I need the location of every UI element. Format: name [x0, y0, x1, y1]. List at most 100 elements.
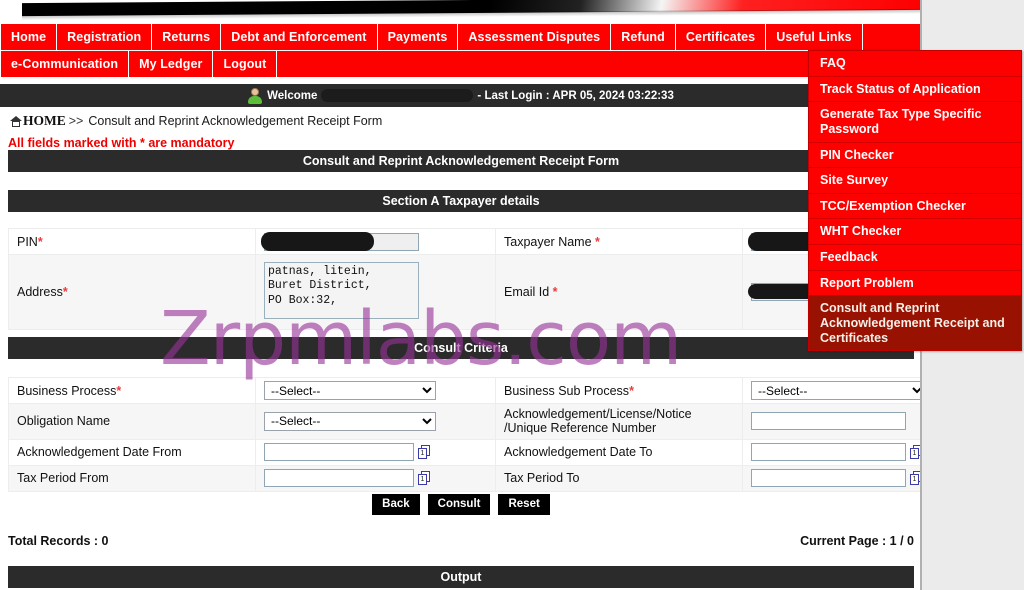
ack-date-to-input[interactable]	[751, 443, 906, 462]
dropdown-item-tcc-exemption-checker[interactable]: TCC/Exemption Checker	[809, 194, 1021, 220]
business-sub-process-label-cell: Business Sub Process*	[495, 377, 743, 404]
breadcrumb: HOME >> Consult and Reprint Acknowledgem…	[10, 113, 382, 129]
dropdown-item-site-survey[interactable]: Site Survey	[809, 168, 1021, 194]
table-row: PIN* Taxpayer Name *	[8, 228, 920, 255]
required-marker: *	[116, 383, 122, 398]
dropdown-item-report-problem[interactable]: Report Problem	[809, 271, 1021, 297]
required-marker: *	[62, 285, 68, 299]
business-sub-process-field-cell: --Select--	[742, 377, 920, 404]
business-sub-process-label: Business Sub Process	[504, 383, 630, 398]
welcome-greeting: Welcome	[267, 89, 318, 102]
consult-button[interactable]: Consult	[427, 494, 491, 515]
dropdown-item-wht-checker[interactable]: WHT Checker	[809, 219, 1021, 245]
business-process-select[interactable]: --Select--	[264, 381, 436, 400]
tax-period-to-input[interactable]	[751, 469, 906, 488]
nav-item-debt-and-enforcement[interactable]: Debt and Enforcement	[221, 24, 378, 50]
nav-item-returns[interactable]: Returns	[152, 24, 222, 50]
tax-period-from-field-cell: 1	[255, 464, 496, 492]
current-page-text: Current Page : 1 / 0	[800, 534, 914, 548]
pin-field-cell	[255, 228, 496, 255]
address-label: Address	[17, 285, 63, 299]
form-title-bar: Consult and Reprint Acknowledgement Rece…	[8, 150, 914, 172]
ack-reference-input[interactable]	[751, 412, 906, 431]
ack-date-to-field-cell: 1	[742, 438, 920, 466]
address-textarea[interactable]	[264, 262, 419, 319]
nav-item-assessment-disputes[interactable]: Assessment Disputes	[458, 24, 612, 50]
nav-filler	[862, 24, 920, 50]
nav-item-registration[interactable]: Registration	[57, 24, 153, 50]
dropdown-item-faq[interactable]: FAQ	[809, 51, 1021, 77]
ack-reference-label-cell: Acknowledgement/License/Notice /Unique R…	[495, 403, 743, 440]
user-avatar-icon	[248, 87, 263, 104]
taxpayer-name-label-cell: Taxpayer Name *	[495, 228, 743, 255]
output-header: Output	[8, 566, 914, 588]
dropdown-item-feedback[interactable]: Feedback	[809, 245, 1021, 271]
nav-item-payments[interactable]: Payments	[378, 24, 459, 50]
email-label-cell: Email Id *	[495, 254, 743, 330]
nav-item-e-communication[interactable]: e-Communication	[0, 51, 130, 77]
table-row: Acknowledgement Date From 1 Acknowledgem…	[8, 438, 920, 466]
tax-period-from-label: Tax Period From	[17, 471, 109, 486]
nav-item-logout[interactable]: Logout	[213, 51, 278, 77]
pin-label-cell: PIN*	[8, 228, 256, 255]
breadcrumb-home-link[interactable]: HOME	[23, 113, 66, 129]
tax-period-to-label-cell: Tax Period To	[495, 464, 743, 492]
nav-item-useful-links[interactable]: Useful Links	[766, 24, 863, 50]
reset-button[interactable]: Reset	[498, 494, 550, 515]
obligation-name-select[interactable]: --Select--	[264, 411, 436, 431]
address-field-cell	[255, 254, 496, 330]
obligation-name-label: Obligation Name	[17, 414, 111, 429]
welcome-bar: Welcome - Last Login : APR 05, 2024 03:2…	[0, 84, 920, 107]
breadcrumb-separator: >>	[68, 114, 84, 128]
calendar-icon[interactable]: 1	[418, 471, 431, 486]
nav-item-refund[interactable]: Refund	[611, 24, 676, 50]
ack-date-from-field-cell: 1	[255, 438, 496, 466]
table-row: Business Process* --Select-- Business Su…	[8, 377, 920, 404]
nav-row-secondary: e-Communication My Ledger Logout	[0, 51, 920, 77]
back-button[interactable]: Back	[372, 494, 420, 515]
main-navigation: Home Registration Returns Debt and Enforcem…	[0, 24, 920, 77]
required-marker: *	[595, 234, 600, 249]
calendar-icon[interactable]: 1	[418, 445, 431, 460]
ack-date-to-label: Acknowledgement Date To	[504, 445, 653, 460]
dropdown-item-track-status-of-application[interactable]: Track Status of Application	[809, 77, 1021, 103]
nav-item-my-ledger[interactable]: My Ledger	[129, 51, 214, 77]
obligation-name-label-cell: Obligation Name	[8, 403, 256, 440]
table-row: Obligation Name --Select-- Acknowledgeme…	[8, 403, 920, 440]
dropdown-item-generate-tax-type-specific-password[interactable]: Generate Tax Type Specific Password	[809, 102, 1021, 143]
required-marker: *	[37, 234, 43, 249]
business-sub-process-select[interactable]: --Select--	[751, 381, 920, 400]
tax-period-from-input[interactable]	[264, 469, 414, 488]
ack-date-from-input[interactable]	[264, 443, 414, 462]
pin-label: PIN	[17, 234, 38, 249]
required-marker: *	[629, 383, 634, 398]
useful-links-dropdown: FAQ Track Status of Application Generate T…	[808, 50, 1022, 352]
nav-row-primary: Home Registration Returns Debt and Enforcem…	[0, 24, 920, 51]
nav-item-home[interactable]: Home	[0, 24, 58, 50]
last-login-text: - Last Login : APR 05, 2024 03:22:33	[477, 89, 674, 102]
business-process-label-cell: Business Process*	[8, 377, 256, 404]
total-records-text: Total Records : 0	[8, 534, 109, 548]
ack-date-from-label: Acknowledgement Date From	[17, 445, 182, 460]
nav-item-certificates[interactable]: Certificates	[676, 24, 767, 50]
business-process-field-cell: --Select--	[255, 377, 496, 404]
taxpayer-name-label: Taxpayer Name	[504, 234, 592, 249]
pin-input[interactable]	[264, 232, 419, 251]
screenshot-root: Home Registration Returns Debt and Enforcem…	[0, 0, 1024, 590]
site-banner	[0, 0, 920, 24]
home-icon	[10, 115, 22, 127]
required-marker: *	[552, 285, 558, 299]
calendar-icon[interactable]: 1	[910, 445, 920, 460]
dropdown-item-consult-and-reprint-acknowledgement-rece[interactable]: Consult and Reprint Acknowledgement Rece…	[809, 296, 1021, 351]
tax-period-to-label: Tax Period To	[504, 471, 580, 486]
address-label-cell: Address*	[8, 254, 256, 330]
tax-period-to-field-cell: 1	[742, 464, 920, 492]
tax-period-from-label-cell: Tax Period From	[8, 464, 256, 492]
ack-date-from-label-cell: Acknowledgement Date From	[8, 438, 256, 466]
business-process-label: Business Process	[17, 383, 117, 398]
taxpayer-details-table: PIN* Taxpayer Name * Address* patnas, li…	[8, 228, 920, 330]
dropdown-item-pin-checker[interactable]: PIN Checker	[809, 143, 1021, 169]
ack-date-to-label-cell: Acknowledgement Date To	[495, 438, 743, 466]
calendar-icon[interactable]: 1	[910, 471, 920, 486]
ack-reference-label: Acknowledgement/License/Notice /Unique R…	[504, 407, 692, 436]
